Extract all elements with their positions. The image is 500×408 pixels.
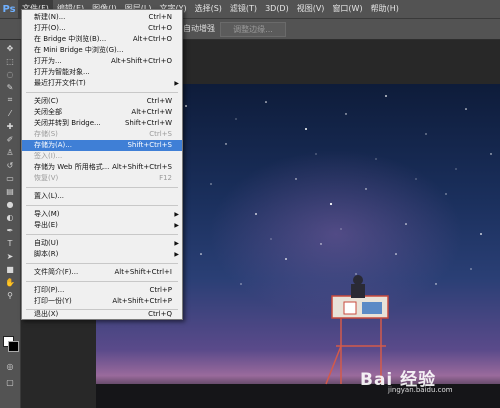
menu-item-place[interactable]: 置入(L)... [22, 191, 182, 202]
auto-enhance-checkbox[interactable]: 自动增强 [183, 23, 215, 34]
menu-item-browse-bridge[interactable]: 在 Bridge 中浏览(B)... Alt+Ctrl+O [22, 34, 182, 45]
move-tool-icon[interactable]: ✥ [3, 43, 17, 53]
tools-panel: ✥ ⬚ ◌ ✎ ⌗ ⁄ ✚ ✐ ♙ ↺ ▭ ▤ ● ◐ ✒ T ➤ ■ ✋ ⚲ … [0, 40, 21, 408]
quick-select-tool-icon[interactable]: ✎ [3, 82, 17, 92]
menu-item-close-go-bridge[interactable]: 关闭并转到 Bridge... Shift+Ctrl+W [22, 118, 182, 129]
menu-separator [26, 92, 178, 93]
path-select-icon[interactable]: ➤ [3, 251, 17, 261]
menu-separator [26, 263, 178, 264]
baidu-jingyan-watermark: Bai 经验 jingyan.baidu.com [360, 365, 490, 395]
eraser-tool-icon[interactable]: ▭ [3, 173, 17, 183]
menu-item-automate[interactable]: 自动(U) ▶ [22, 238, 182, 249]
lasso-tool-icon[interactable]: ◌ [3, 69, 17, 79]
menu-item-import[interactable]: 导入(M) ▶ [22, 209, 182, 220]
menu-window[interactable]: 窗口(W) [328, 0, 366, 18]
menu-item-print[interactable]: 打印(P)... Ctrl+P [22, 285, 182, 296]
menu-help[interactable]: 帮助(H) [367, 0, 403, 18]
menu-view[interactable]: 视图(V) [293, 0, 329, 18]
eyedropper-tool-icon[interactable]: ⁄ [3, 108, 17, 118]
menu-separator [26, 205, 178, 206]
menu-3d[interactable]: 3D(D) [261, 0, 293, 18]
menu-item-check-in: 签入(I)... [34, 152, 63, 160]
menu-item-file-info[interactable]: 文件简介(F)... Alt+Shift+Ctrl+I [22, 267, 182, 278]
background-color[interactable] [8, 341, 19, 352]
submenu-arrow-icon: ▶ [174, 222, 179, 229]
menu-item-close[interactable]: 关闭(C) Ctrl+W [22, 96, 182, 107]
menu-separator [26, 187, 178, 188]
menu-item-save-for-web[interactable]: 存储为 Web 所用格式... Alt+Shift+Ctrl+S [22, 162, 182, 173]
screen-mode-icon[interactable]: ▢ [3, 377, 17, 387]
blur-tool-icon[interactable]: ● [3, 199, 17, 209]
menu-item-scripts[interactable]: 脚本(R) ▶ [22, 249, 182, 260]
marquee-tool-icon[interactable]: ⬚ [3, 56, 17, 66]
menu-filter[interactable]: 滤镜(T) [226, 0, 261, 18]
menu-item-open-smart-object[interactable]: 打开为智能对象... [22, 67, 182, 78]
menu-item-export[interactable]: 导出(E) ▶ [22, 220, 182, 231]
menu-item-close-all[interactable]: 关闭全部 Alt+Ctrl+W [22, 107, 182, 118]
type-tool-icon[interactable]: T [3, 238, 17, 248]
gradient-tool-icon[interactable]: ▤ [3, 186, 17, 196]
menu-item-browse-mini-bridge[interactable]: 在 Mini Bridge 中浏览(G)... [22, 45, 182, 56]
submenu-arrow-icon: ▶ [174, 240, 179, 247]
file-menu-dropdown: 新建(N)... Ctrl+N 打开(O)... Ctrl+O 在 Bridge 中… [21, 9, 183, 320]
menu-item-exit[interactable]: 退出(X) Ctrl+Q [22, 310, 182, 319]
quick-mask-icon[interactable]: ◎ [3, 361, 17, 371]
history-brush-icon[interactable]: ↺ [3, 160, 17, 170]
menu-item-new[interactable]: 新建(N)... Ctrl+N [22, 12, 182, 23]
watermark-url: jingyan.baidu.com [388, 386, 453, 394]
submenu-arrow-icon: ▶ [174, 80, 179, 87]
menu-item-save: 存储(S) Ctrl+S [34, 130, 172, 138]
healing-brush-icon[interactable]: ✚ [3, 121, 17, 131]
submenu-arrow-icon: ▶ [174, 211, 179, 218]
menu-item-print-one-copy[interactable]: 打印一份(Y) Alt+Shift+Ctrl+P [22, 296, 182, 307]
menu-item-recent-files[interactable]: 最近打开文件(T) ▶ [22, 78, 182, 89]
refine-edge-button[interactable]: 调整边缘... [220, 22, 286, 37]
menu-item-save-as[interactable]: 存储为(A)... Shift+Ctrl+S [22, 140, 182, 151]
shape-tool-icon[interactable]: ■ [3, 264, 17, 274]
submenu-arrow-icon: ▶ [174, 251, 179, 258]
brush-tool-icon[interactable]: ✐ [3, 134, 17, 144]
photoshop-logo: Ps [2, 3, 16, 15]
crop-tool-icon[interactable]: ⌗ [3, 95, 17, 105]
color-swatches[interactable] [3, 336, 19, 352]
zoom-tool-icon[interactable]: ⚲ [3, 290, 17, 300]
menu-separator [26, 234, 178, 235]
pen-tool-icon[interactable]: ✒ [3, 225, 17, 235]
hand-tool-icon[interactable]: ✋ [3, 277, 17, 287]
menu-select[interactable]: 选择(S) [191, 0, 226, 18]
menu-separator [26, 281, 178, 282]
clone-stamp-icon[interactable]: ♙ [3, 147, 17, 157]
dodge-tool-icon[interactable]: ◐ [3, 212, 17, 222]
menu-item-revert: 恢复(V) F12 [34, 174, 172, 182]
menu-item-open-as[interactable]: 打开为... Alt+Shift+Ctrl+O [22, 56, 182, 67]
menu-item-open[interactable]: 打开(O)... Ctrl+O [22, 23, 182, 34]
